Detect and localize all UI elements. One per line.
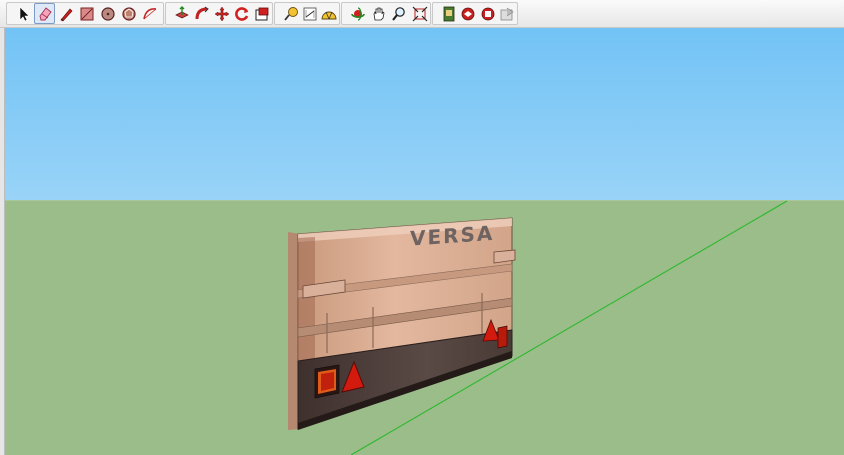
rectangle-icon bbox=[80, 7, 93, 20]
tailgate-left-shadow bbox=[298, 237, 315, 361]
main-toolbar bbox=[0, 0, 844, 28]
protractor-tool-button[interactable] bbox=[320, 3, 339, 24]
tape-measure-tool-button[interactable] bbox=[281, 3, 300, 24]
construction-toolbar-group bbox=[274, 2, 340, 25]
follow-me-tool-button[interactable] bbox=[192, 3, 212, 24]
orbit-tool-button[interactable] bbox=[348, 3, 369, 24]
eraser-tool-button[interactable] bbox=[34, 3, 55, 24]
follow-me-icon bbox=[195, 6, 209, 19]
zoom-extents-icon bbox=[412, 6, 428, 21]
share-component-icon bbox=[481, 7, 495, 20]
pencil-line-icon bbox=[59, 7, 72, 21]
dimension-tool-button[interactable] bbox=[300, 3, 319, 24]
polygon-icon bbox=[121, 6, 136, 21]
offset-icon bbox=[255, 7, 269, 20]
get-models-button[interactable] bbox=[439, 3, 459, 24]
warehouse-toolbar-group bbox=[432, 2, 518, 25]
zoom-extents-tool-button[interactable] bbox=[410, 3, 431, 24]
arc-tool-button[interactable] bbox=[139, 3, 160, 24]
rotate-icon bbox=[235, 6, 249, 21]
dimension-icon bbox=[303, 7, 317, 20]
circle-icon bbox=[100, 6, 115, 21]
principal-toolbar-group bbox=[6, 2, 164, 25]
select-tool-button[interactable] bbox=[13, 3, 34, 24]
eraser-icon bbox=[39, 6, 52, 20]
rectangle-tool-button[interactable] bbox=[76, 3, 97, 24]
edit-toolbar-group bbox=[165, 2, 273, 25]
rotate-tool-button[interactable] bbox=[232, 3, 252, 24]
orbit-icon bbox=[351, 6, 366, 21]
extension-warehouse-button[interactable] bbox=[498, 3, 518, 24]
move-icon bbox=[214, 6, 230, 21]
tape-measure-icon bbox=[283, 6, 298, 21]
pan-hand-icon bbox=[373, 7, 385, 20]
circle-tool-button[interactable] bbox=[97, 3, 118, 24]
share-component-button[interactable] bbox=[478, 3, 498, 24]
3d-modeling-viewport[interactable]: VERSA bbox=[4, 28, 844, 455]
share-model-button[interactable] bbox=[459, 3, 479, 24]
truck-tailgate-model[interactable]: VERSA bbox=[288, 217, 516, 430]
share-model-icon bbox=[461, 7, 475, 20]
push-pull-icon bbox=[175, 5, 189, 18]
extension-warehouse-icon bbox=[500, 7, 514, 20]
zoom-icon bbox=[392, 6, 406, 21]
pan-tool-button[interactable] bbox=[369, 3, 390, 24]
move-tool-button[interactable] bbox=[212, 3, 232, 24]
push-pull-tool-button[interactable] bbox=[172, 3, 192, 24]
arrow-select-icon bbox=[19, 5, 30, 21]
model-scene[interactable]: VERSA bbox=[5, 28, 844, 455]
arc-icon bbox=[142, 7, 156, 19]
offset-tool-button[interactable] bbox=[252, 3, 272, 24]
tail-light-red-left bbox=[321, 372, 334, 391]
camera-toolbar-group bbox=[341, 2, 431, 25]
polygon-tool-button[interactable] bbox=[118, 3, 139, 24]
protractor-icon bbox=[321, 11, 337, 19]
zoom-tool-button[interactable] bbox=[389, 3, 410, 24]
3d-warehouse-icon bbox=[443, 6, 455, 21]
line-tool-button[interactable] bbox=[55, 3, 76, 24]
tail-light-right bbox=[497, 325, 508, 349]
